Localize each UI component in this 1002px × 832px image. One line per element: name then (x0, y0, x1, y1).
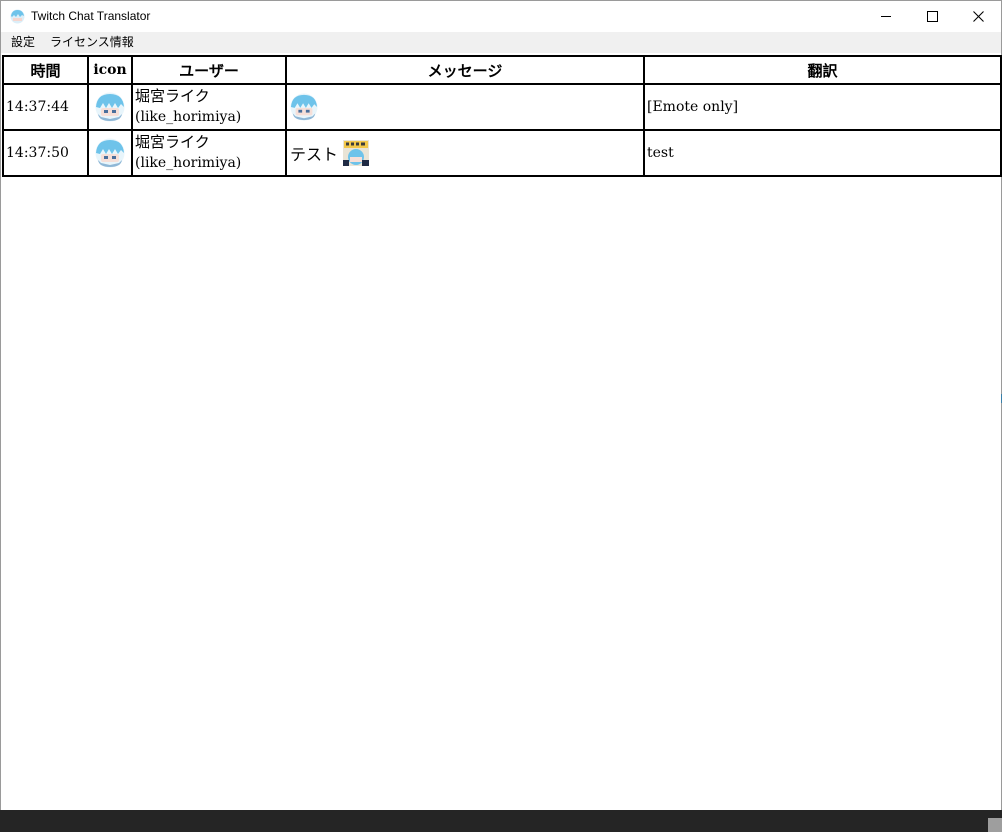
user-display-name: 堀宮ライク (135, 133, 210, 151)
header-time: 時間 (2, 55, 89, 85)
row-message (285, 83, 645, 131)
row-user: 堀宮ライク (like_horimiya) (131, 129, 287, 177)
row-message: テスト (285, 129, 645, 177)
user-login-name: (like_horimiya) (135, 155, 242, 171)
chat-log-panel[interactable]: 時間 icon ユーザー メッセージ 翻訳 14:37:44 堀宮ライク (li… (1, 53, 1002, 811)
row-icon-cell (87, 129, 133, 177)
menu-item-settings[interactable]: 設定 (11, 35, 35, 50)
row-translation: test (643, 129, 1002, 177)
minimize-icon (880, 11, 892, 22)
maximize-icon (926, 11, 938, 22)
header-translation: 翻訳 (643, 55, 1002, 85)
avatar (95, 92, 125, 122)
title-bar[interactable]: Twitch Chat Translator (1, 1, 1001, 32)
message-text: テスト (290, 145, 339, 164)
close-icon (972, 11, 984, 22)
header-icon: icon (87, 55, 133, 85)
emote-icon (343, 140, 370, 166)
header-user: ユーザー (131, 55, 287, 85)
chat-table: 時間 icon ユーザー メッセージ 翻訳 14:37:44 堀宮ライク (li… (2, 55, 1002, 177)
avatar (95, 138, 125, 168)
user-display-name: 堀宮ライク (135, 87, 210, 105)
minimize-button[interactable] (863, 1, 909, 32)
row-user: 堀宮ライク (like_horimiya) (131, 83, 287, 131)
row-icon-cell (87, 83, 133, 131)
row-translation: [Emote only] (643, 83, 1002, 131)
table-row: 14:37:44 堀宮ライク (like_horimiya) [Emote on… (2, 83, 1002, 131)
resize-grip[interactable] (988, 818, 1002, 832)
app-icon (10, 9, 25, 24)
header-message: メッセージ (285, 55, 645, 85)
close-button[interactable] (955, 1, 1001, 32)
table-row: 14:37:50 堀宮ライク (like_horimiya) テスト test (2, 129, 1002, 177)
taskbar-strip (0, 810, 1002, 832)
menu-item-license[interactable]: ライセンス情報 (50, 35, 134, 50)
row-time: 14:37:44 (2, 83, 89, 131)
emote-icon (290, 93, 318, 121)
row-time: 14:37:50 (2, 129, 89, 177)
user-login-name: (like_horimiya) (135, 109, 242, 125)
table-header-row: 時間 icon ユーザー メッセージ 翻訳 (2, 55, 1002, 85)
maximize-button[interactable] (909, 1, 955, 32)
app-window: Twitch Chat Translator 設定 ライセンス情報 時間 ico… (0, 0, 1002, 832)
window-title: Twitch Chat Translator (31, 9, 151, 23)
menu-bar: 設定 ライセンス情報 (1, 32, 1001, 53)
